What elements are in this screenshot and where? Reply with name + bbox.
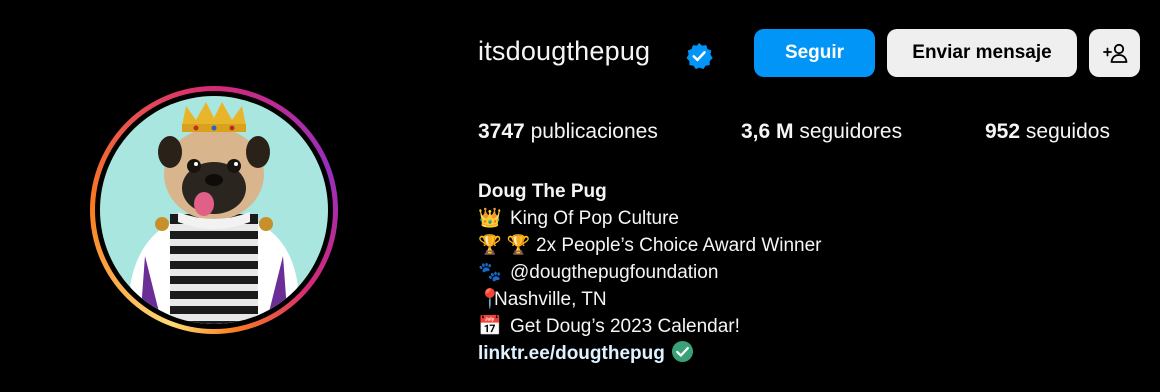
posts-stat: 3747 publicaciones bbox=[478, 120, 658, 144]
avatar-image bbox=[100, 96, 328, 324]
posts-label: publicaciones bbox=[530, 120, 658, 143]
bio-line-3: 🐾 @dougthepugfoundation bbox=[478, 259, 822, 286]
bio-line-2-text: 2x People’s Choice Award Winner bbox=[536, 235, 822, 256]
follow-button-label: Seguir bbox=[784, 42, 845, 63]
calendar-icon: 📅 bbox=[478, 316, 502, 337]
profile-top-row: itsdougthepug Seguir Enviar mensaje bbox=[478, 28, 1140, 78]
bio-line-5: 📅 Get Doug’s 2023 Calendar! bbox=[478, 313, 822, 340]
profile-link[interactable]: linktr.ee/dougthepug bbox=[478, 343, 665, 364]
trophy-icon: 🏆 🏆 bbox=[478, 235, 531, 256]
paw-icon: 🐾 bbox=[478, 262, 502, 283]
followers-stat[interactable]: 3,6 M seguidores bbox=[741, 120, 902, 144]
location-pin-icon: 📍 bbox=[478, 289, 502, 310]
profile-avatar[interactable] bbox=[90, 86, 338, 334]
posts-count: 3747 bbox=[478, 120, 525, 143]
following-count: 952 bbox=[985, 120, 1021, 143]
foundation-mention[interactable]: @dougthepugfoundation bbox=[510, 262, 718, 283]
bio-line-5-text: Get Doug’s 2023 Calendar! bbox=[510, 316, 740, 337]
username: itsdougthepug bbox=[478, 36, 651, 66]
send-message-label: Enviar mensaje bbox=[912, 42, 1052, 63]
profile-display-name: Doug The Pug bbox=[478, 181, 607, 202]
bio-line-2: 🏆 🏆 2x People’s Choice Award Winner bbox=[478, 232, 822, 259]
verified-badge-icon bbox=[686, 43, 713, 70]
green-check-icon bbox=[671, 340, 693, 363]
story-ring bbox=[90, 86, 338, 334]
bio-line-4-text: Nashville, TN bbox=[494, 289, 607, 310]
bio-line-1: 👑 King Of Pop Culture bbox=[478, 205, 822, 232]
bio-link-line: linktr.ee/dougthepug bbox=[478, 340, 822, 367]
following-stat[interactable]: 952 seguidos bbox=[985, 120, 1110, 144]
bio-line-1-text: King Of Pop Culture bbox=[510, 208, 679, 229]
avatar-gap bbox=[95, 91, 333, 329]
suggested-accounts-button[interactable] bbox=[1089, 29, 1140, 77]
profile-bio: Doug The Pug 👑 King Of Pop Culture 🏆 🏆 2x … bbox=[478, 178, 822, 367]
following-label: seguidos bbox=[1025, 120, 1110, 143]
send-message-button[interactable]: Enviar mensaje bbox=[887, 29, 1077, 77]
add-person-icon bbox=[1102, 43, 1127, 63]
followers-label: seguidores bbox=[799, 120, 903, 143]
followers-count: 3,6 M bbox=[741, 120, 794, 143]
crown-icon: 👑 bbox=[478, 208, 502, 229]
bio-line-4: 📍Nashville, TN bbox=[478, 286, 822, 313]
follow-button[interactable]: Seguir bbox=[754, 29, 875, 77]
